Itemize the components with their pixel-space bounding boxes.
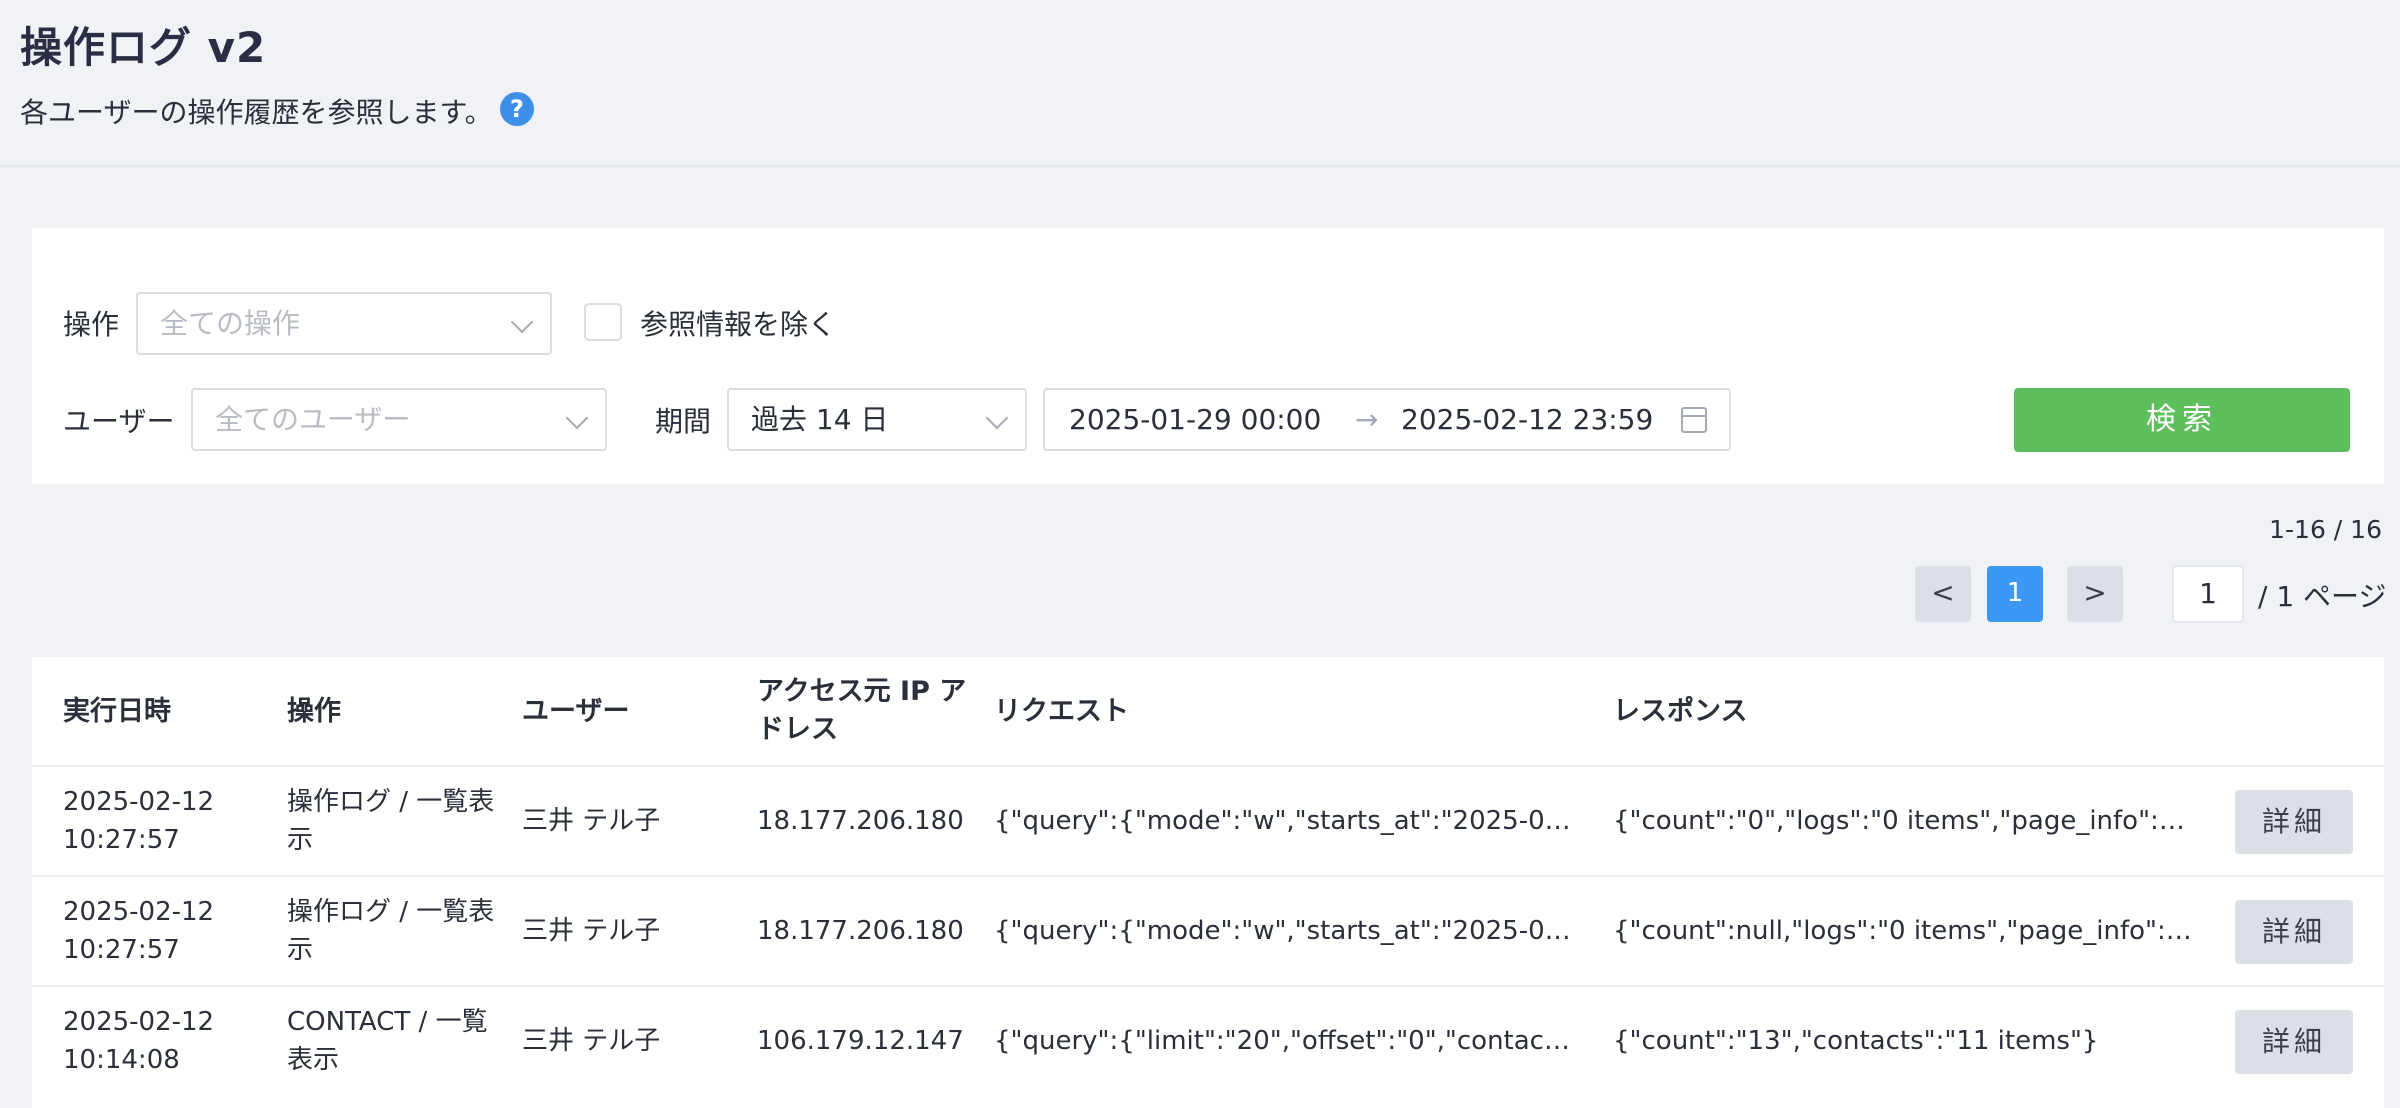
exclude-reference-checkbox[interactable]: [584, 303, 622, 341]
page-header: 操作ログ v2 各ユーザーの操作履歴を参照します。 ?: [0, 0, 2400, 167]
page-title: 操作ログ v2: [20, 23, 267, 72]
table-row: 2025-02-12 10:14:08 CONTACT / 一覧表示 三井 テル…: [32, 985, 2384, 1095]
column-header-ip: アクセス元 IP アドレス: [757, 676, 967, 745]
period-select-value: 過去 14 日: [751, 403, 889, 436]
row-request: {"query":{"mode":"w","starts_at":"2025-0…: [994, 806, 1574, 836]
row-operation: 操作ログ / 一覧表示: [287, 897, 495, 965]
operation-select[interactable]: 全ての操作: [136, 292, 552, 355]
chevron-down-icon: [565, 406, 589, 430]
total-pages: / 1 ページ: [2258, 580, 2387, 613]
detail-button[interactable]: 詳細: [2235, 790, 2353, 854]
table-row: 2025-02-12 10:27:57 操作ログ / 一覧表示 三井 テル子 1…: [32, 765, 2384, 875]
user-select-value: 全てのユーザー: [215, 403, 411, 436]
chevron-down-icon: [510, 310, 534, 334]
row-time: 10:27:57: [63, 935, 180, 965]
log-table: 実行日時 操作 ユーザー アクセス元 IP アドレス リクエスト レスポンス 2…: [32, 657, 2384, 1108]
page-number-input[interactable]: 1: [2172, 565, 2244, 623]
user-label: ユーザー: [63, 405, 175, 438]
next-page-button[interactable]: >: [2067, 566, 2123, 622]
arrow-right-icon: →: [1355, 403, 1379, 436]
date-range-picker[interactable]: 2025-01-29 00:00 → 2025-02-12 23:59: [1043, 388, 1731, 451]
row-response: {"count":null,"logs":"0 items","page_inf…: [1613, 916, 2193, 946]
help-icon[interactable]: ?: [500, 92, 534, 126]
row-request: {"query":{"limit":"20","offset":"0","con…: [994, 1026, 1574, 1056]
table-row: 2025-02-12 10:27:57 操作ログ / 一覧表示 三井 テル子 1…: [32, 875, 2384, 985]
user-select[interactable]: 全てのユーザー: [191, 388, 607, 451]
operation-select-value: 全ての操作: [160, 307, 301, 340]
column-header-operation: 操作: [287, 696, 341, 727]
detail-button[interactable]: 詳細: [2235, 1010, 2353, 1074]
row-user: 三井 テル子: [522, 806, 661, 836]
calendar-icon: [1681, 407, 1707, 433]
row-user: 三井 テル子: [522, 916, 661, 946]
row-date: 2025-02-12: [63, 1007, 215, 1037]
row-response: {"count":"0","logs":"0 items","page_info…: [1613, 806, 2193, 836]
row-ip: 18.177.206.180: [757, 806, 964, 836]
column-header-datetime: 実行日時: [63, 696, 171, 727]
row-user: 三井 テル子: [522, 1026, 661, 1056]
detail-button[interactable]: 詳細: [2235, 900, 2353, 964]
column-header-response: レスポンス: [1613, 696, 1748, 727]
date-start[interactable]: 2025-01-29 00:00: [1069, 390, 1321, 449]
row-operation: 操作ログ / 一覧表示: [287, 787, 495, 855]
exclude-reference-label: 参照情報を除く: [640, 308, 837, 341]
period-select[interactable]: 過去 14 日: [727, 388, 1027, 451]
row-ip: 106.179.12.147: [757, 1026, 964, 1056]
page-1-button[interactable]: 1: [1987, 566, 2043, 622]
column-header-user: ユーザー: [522, 696, 630, 727]
row-date: 2025-02-12: [63, 787, 215, 817]
row-date: 2025-02-12: [63, 897, 215, 927]
row-response: {"count":"13","contacts":"11 items"}: [1613, 1026, 2099, 1056]
period-label: 期間: [655, 405, 712, 438]
column-header-request: リクエスト: [994, 696, 1129, 727]
row-ip: 18.177.206.180: [757, 916, 964, 946]
result-count: 1-16 / 16: [2269, 515, 2382, 544]
page-subtitle: 各ユーザーの操作履歴を参照します。: [20, 96, 493, 129]
date-end[interactable]: 2025-02-12 23:59: [1401, 390, 1653, 449]
row-operation: CONTACT / 一覧表示: [287, 1007, 488, 1075]
filter-panel: 操作 全ての操作 参照情報を除く ユーザー 全てのユーザー 期間 過去 14 日…: [32, 228, 2384, 484]
row-request: {"query":{"mode":"w","starts_at":"2025-0…: [994, 916, 1574, 946]
row-time: 10:14:08: [63, 1045, 180, 1075]
operation-label: 操作: [63, 308, 120, 341]
chevron-down-icon: [985, 406, 1009, 430]
search-button[interactable]: 検索: [2014, 388, 2350, 452]
row-time: 10:27:57: [63, 825, 180, 855]
prev-page-button[interactable]: <: [1915, 566, 1971, 622]
